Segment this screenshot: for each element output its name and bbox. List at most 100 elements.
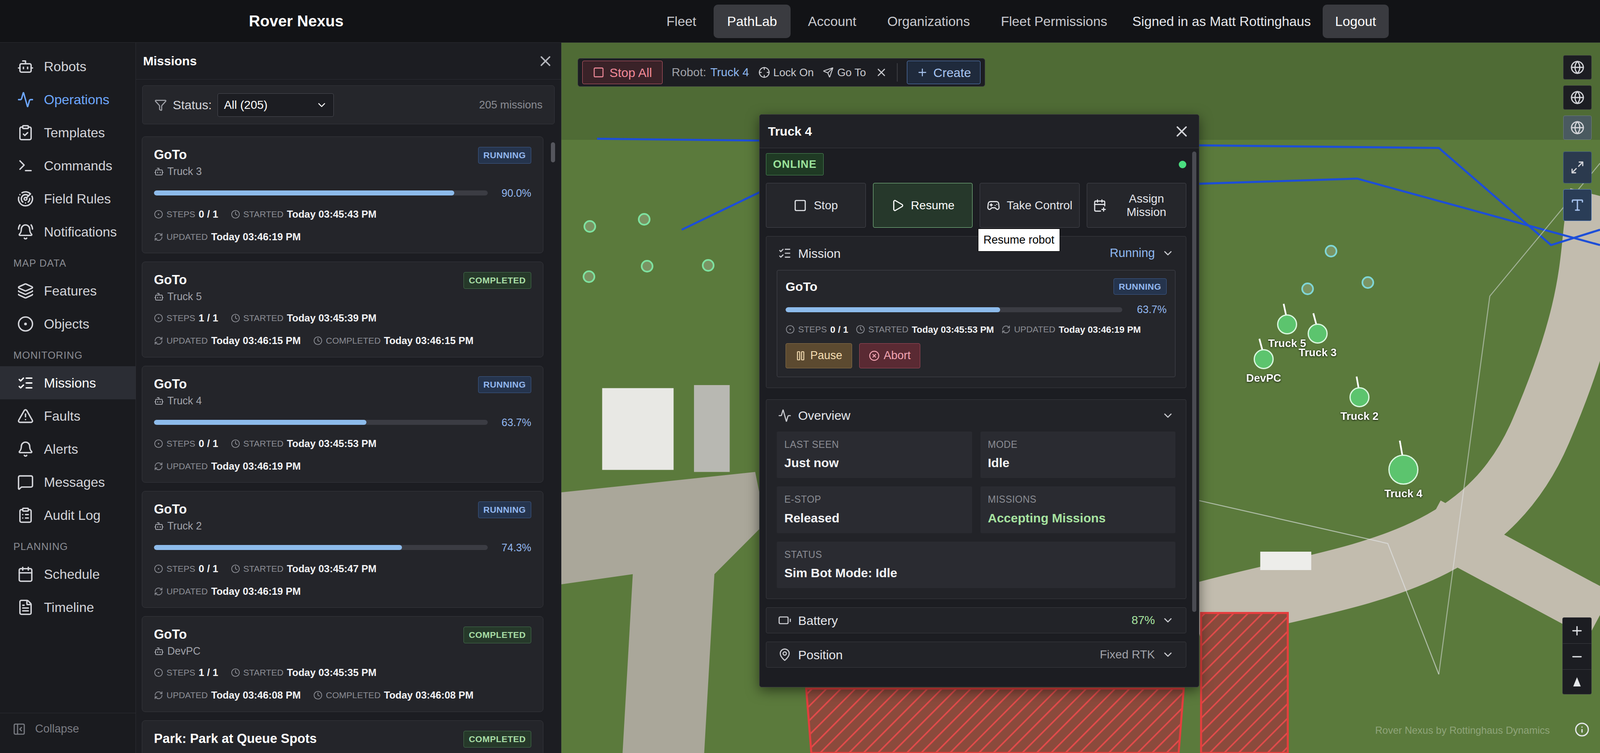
status-badge: RUNNING bbox=[478, 146, 532, 164]
waypoint-marker[interactable] bbox=[640, 259, 654, 273]
position-value: Fixed RTK bbox=[1099, 645, 1155, 664]
sidebar-item-icon bbox=[17, 91, 34, 108]
meta-item: STEPS1 / 1 bbox=[153, 310, 219, 326]
waypoint-marker[interactable] bbox=[583, 220, 597, 233]
brand[interactable]: Rover Nexus bbox=[248, 9, 344, 34]
meta-icon bbox=[153, 232, 164, 242]
zoom-in-button[interactable] bbox=[1562, 617, 1592, 644]
zoom-controls bbox=[1562, 616, 1592, 694]
action-button[interactable]: Stop bbox=[765, 182, 866, 228]
collapse-button[interactable]: Collapse bbox=[0, 712, 136, 745]
pause-icon bbox=[795, 350, 807, 361]
zoom-out-button[interactable] bbox=[1562, 643, 1592, 670]
meta-item: STEPS0 / 1 bbox=[153, 560, 219, 576]
sidebar-item[interactable]: Robots bbox=[0, 49, 136, 83]
nav-item[interactable]: Fleet bbox=[652, 4, 710, 39]
abort-button[interactable]: Abort bbox=[859, 343, 921, 369]
pause-button[interactable]: Pause bbox=[785, 343, 853, 369]
mission-card[interactable]: GoToTruck 3RUNNING90.0%STEPS0 / 1STARTED… bbox=[141, 136, 544, 254]
action-button[interactable]: Resume bbox=[872, 182, 973, 228]
progress-track bbox=[153, 190, 488, 196]
action-icon bbox=[986, 198, 1001, 213]
chevron-icon bbox=[1161, 647, 1175, 661]
sidebar-item[interactable]: Operations bbox=[0, 82, 136, 116]
sidebar-group: MONITORINGMissionsFaultsAlertsMessagesAu… bbox=[0, 340, 136, 532]
mission-card[interactable]: Park: Park at Queue SpotsCOMPLETED bbox=[141, 719, 544, 753]
sidebar-item[interactable]: Field Rules bbox=[0, 181, 136, 216]
go-to-button[interactable]: Go To bbox=[822, 64, 866, 81]
meta-item: STARTEDToday 03:45:47 PM bbox=[230, 560, 377, 576]
field-label: MODE bbox=[988, 437, 1169, 452]
info-icon[interactable] bbox=[1574, 721, 1590, 737]
meta-label: UPDATED bbox=[166, 584, 208, 598]
position-section[interactable]: PositionFixed RTK bbox=[765, 641, 1187, 668]
fullscreen-button[interactable] bbox=[1563, 151, 1592, 184]
sidebar-item[interactable]: Schedule bbox=[0, 557, 136, 591]
sidebar-item[interactable]: Timeline bbox=[0, 590, 136, 624]
layer-button[interactable] bbox=[1563, 55, 1592, 80]
waypoint-marker[interactable] bbox=[1301, 282, 1314, 295]
sidebar-item[interactable]: Messages bbox=[0, 465, 136, 499]
sidebar-item[interactable]: Features bbox=[0, 273, 136, 308]
robot-selector[interactable]: Robot:Truck 4 bbox=[671, 63, 750, 82]
sidebar-item[interactable]: Objects bbox=[0, 307, 136, 341]
waypoint-marker[interactable] bbox=[582, 270, 596, 283]
sidebar-item[interactable]: Missions bbox=[0, 366, 136, 400]
battery-section[interactable]: Battery87% bbox=[765, 606, 1187, 633]
sidebar-item[interactable]: Templates bbox=[0, 115, 136, 149]
meta-label: COMPLETED bbox=[325, 688, 381, 702]
sidebar-item[interactable]: Notifications bbox=[0, 215, 136, 249]
waypoint-marker[interactable] bbox=[1324, 244, 1338, 258]
sidebar-item[interactable]: Faults bbox=[0, 399, 136, 433]
section-header[interactable]: Overview bbox=[766, 399, 1186, 432]
sidebar-group: RobotsOperationsTemplatesCommandsField R… bbox=[0, 49, 136, 249]
sidebar-item-icon bbox=[17, 124, 34, 141]
sidebar-item-icon bbox=[17, 506, 34, 524]
meta-label: STEPS bbox=[166, 207, 196, 221]
waypoint-marker[interactable] bbox=[701, 258, 715, 272]
waypoint-marker[interactable] bbox=[637, 212, 651, 226]
meta-label: STEPS bbox=[166, 665, 196, 679]
dialog-scrollbar-thumb[interactable] bbox=[1192, 151, 1197, 612]
map[interactable]: Truck 5Truck 3DevPCTruck 2Truck 4Stop Al… bbox=[561, 42, 1600, 753]
nav-item[interactable]: PathLab bbox=[713, 4, 791, 39]
close-icon[interactable] bbox=[1172, 122, 1191, 141]
layer-button[interactable] bbox=[1563, 115, 1592, 140]
meta-value: Today 03:45:53 PM bbox=[911, 322, 994, 337]
robot-icon bbox=[153, 645, 164, 656]
nav-item[interactable]: Fleet Permissions bbox=[987, 4, 1121, 39]
mission-card[interactable]: GoToTruck 5COMPLETEDSTEPS1 / 1STARTEDTod… bbox=[141, 261, 544, 358]
lock-on-button[interactable]: Lock On bbox=[758, 64, 815, 81]
mission-card[interactable]: GoToTruck 2RUNNING74.3%STEPS0 / 1STARTED… bbox=[141, 490, 544, 608]
action-button[interactable]: Take Control bbox=[979, 182, 1080, 228]
robot-icon bbox=[153, 395, 164, 406]
create-button[interactable]: Create bbox=[906, 60, 981, 85]
map-watermark: Rover Nexus by Rottinghaus Dynamics bbox=[1374, 722, 1550, 738]
labels-toggle-button[interactable] bbox=[1563, 189, 1592, 221]
sidebar: RobotsOperationsTemplatesCommandsField R… bbox=[0, 42, 136, 753]
status-select[interactable]: All (205) bbox=[217, 93, 334, 117]
meta-label: STEPS bbox=[798, 322, 827, 336]
sidebar-item[interactable]: Audit Log bbox=[0, 498, 136, 532]
compass-button[interactable] bbox=[1562, 669, 1592, 694]
sidebar-item[interactable]: Commands bbox=[0, 148, 136, 182]
mission-card[interactable]: GoToDevPCCOMPLETEDSTEPS1 / 1STARTEDToday… bbox=[141, 615, 544, 712]
scrollbar-thumb[interactable] bbox=[550, 142, 556, 163]
logout-button[interactable]: Logout bbox=[1322, 4, 1389, 39]
layer-button[interactable] bbox=[1563, 85, 1592, 110]
meta-label: STEPS bbox=[166, 311, 196, 325]
close-icon[interactable] bbox=[537, 52, 554, 70]
robot-dialog[interactable]: Truck 4ONLINEStopResumeTake ControlAssig… bbox=[759, 114, 1200, 687]
sidebar-item[interactable]: Alerts bbox=[0, 432, 136, 466]
nav-item[interactable]: Organizations bbox=[873, 4, 984, 39]
stop-all-button[interactable]: Stop All bbox=[582, 60, 663, 85]
robot-pin-dot bbox=[1349, 386, 1370, 408]
globe-icon bbox=[1570, 120, 1585, 135]
mission-card[interactable]: GoToTruck 4RUNNING63.7%STEPS0 / 1STARTED… bbox=[141, 365, 544, 483]
action-button[interactable]: Assign Mission bbox=[1086, 182, 1187, 228]
waypoint-marker[interactable] bbox=[1361, 276, 1375, 289]
top-bar: Rover Nexus FleetPathLabAccountOrganizati… bbox=[0, 0, 1600, 43]
section-header[interactable]: MissionRunning bbox=[766, 236, 1186, 270]
nav-item[interactable]: Account bbox=[794, 4, 871, 39]
clear-robot-icon[interactable] bbox=[875, 66, 888, 79]
